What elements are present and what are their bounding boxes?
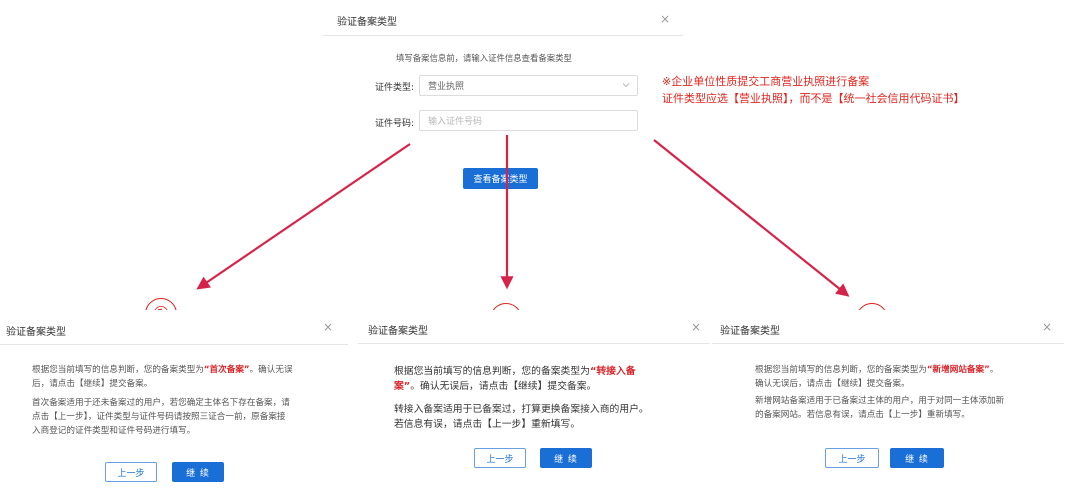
arrow-to-third — [653, 139, 850, 297]
result-message: 根据您当前填写的信息判断，您的备案类型为“转接入备案”。确认无误后，请点击【继续… — [394, 366, 636, 392]
title-divider — [358, 343, 710, 344]
continue-button[interactable]: 继 续 — [172, 462, 224, 482]
continue-button[interactable]: 继 续 — [890, 448, 944, 468]
close-icon[interactable]: × — [1042, 321, 1052, 333]
dialog-title: 验证备案类型 — [6, 327, 66, 338]
continue-button[interactable]: 继 续 — [540, 448, 592, 468]
title-divider — [712, 343, 1064, 344]
prev-step-button[interactable]: 上一步 — [825, 448, 879, 468]
result-dialog-transfer-filing: 验证备案类型 × 根据您当前填写的信息判断，您的备案类型为“转接入备案”。确认无… — [358, 310, 710, 495]
dialog-title: 验证备案类型 — [368, 326, 428, 337]
prev-step-button[interactable]: 上一步 — [474, 448, 526, 468]
filing-type: “首次备案” — [203, 365, 250, 375]
close-icon[interactable]: × — [323, 321, 333, 333]
title-divider — [0, 344, 348, 345]
result-explanation: 新增网站备案适用于已备案过主体的用户，用于对同一主体添加新的备案网站。若信息有误… — [755, 396, 1005, 420]
close-icon[interactable]: × — [691, 321, 701, 333]
result-message: 根据您当前填写的信息判断，您的备案类型为“首次备案”。确认无误后，请点击【继续】… — [32, 365, 293, 389]
prev-step-button[interactable]: 上一步 — [105, 462, 157, 482]
result-explanation: 首次备案适用于还未备案过的用户，若您确定主体名下存在备案，请点击【上一步】，证件… — [32, 398, 290, 436]
result-explanation: 转接入备案适用于已备案过，打算更换备案接入商的用户。若信息有误，请点击【上一步】… — [394, 404, 649, 430]
result-message: 根据您当前填写的信息判断，您的备案类型为“新增网站备案”。确认无误后，请点击【继… — [755, 365, 999, 389]
dialog-title: 验证备案类型 — [720, 326, 780, 337]
filing-type: “新增网站备案” — [926, 365, 990, 375]
result-dialog-first-filing: 验证备案类型 × 根据您当前填写的信息判断，您的备案类型为“首次备案”。确认无误… — [0, 310, 348, 495]
result-dialog-new-site-filing: 验证备案类型 × 根据您当前填写的信息判断，您的备案类型为“新增网站备案”。确认… — [712, 310, 1064, 495]
arrow-to-first — [196, 143, 411, 290]
